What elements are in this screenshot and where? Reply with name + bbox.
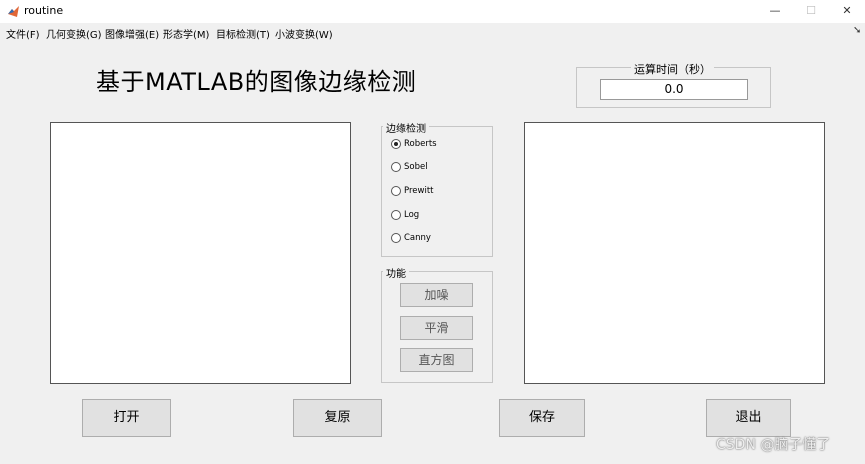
maximize-button[interactable]: ☐ [796,2,826,20]
open-button[interactable]: 打开 [82,399,171,437]
menu-geometric-transform[interactable]: 几何变换(G) [46,26,102,41]
radio-label: Log [404,210,420,220]
matlab-logo-icon [8,6,19,17]
radio-roberts[interactable]: Roberts [391,139,437,149]
menu-morphology[interactable]: 形态学(M) [163,26,209,41]
edge-detection-legend: 边缘检测 [383,120,429,135]
menu-image-enhance[interactable]: 图像增强(E) [105,26,159,41]
result-image-axes [524,122,825,384]
menu-object-detection[interactable]: 目标检测(T) [216,26,270,41]
add-noise-button[interactable]: 加噪 [400,283,473,307]
radio-selected-icon[interactable] [391,139,401,149]
radio-canny[interactable]: Canny [391,233,431,243]
original-image-axes [50,122,351,384]
exit-button[interactable]: 退出 [706,399,791,437]
radio-unselected-icon[interactable] [391,210,401,220]
title-bar: routine — ☐ ✕ [0,0,865,23]
radio-log[interactable]: Log [391,210,419,220]
radio-unselected-icon[interactable] [391,186,401,196]
radio-label: Canny [404,233,431,243]
radio-unselected-icon[interactable] [391,233,401,243]
window-title: routine [24,4,64,17]
radio-label: Prewitt [404,186,434,196]
save-button[interactable]: 保存 [499,399,585,437]
minimize-button[interactable]: — [760,2,790,20]
menu-file[interactable]: 文件(F) [6,26,40,41]
menu-wavelet-transform[interactable]: 小波变换(W) [275,26,333,41]
radio-label: Sobel [404,162,428,172]
menu-bar: 文件(F) 几何变换(G) 图像增强(E) 形态学(M) 目标检测(T) 小波变… [0,23,865,42]
radio-sobel[interactable]: Sobel [391,162,428,172]
histogram-button[interactable]: 直方图 [400,348,473,372]
watermark: CSDN @脑子懂了 [716,437,831,453]
radio-label: Roberts [404,139,437,149]
radio-unselected-icon[interactable] [391,162,401,172]
restore-button[interactable]: 复原 [293,399,382,437]
time-value-field: 0.0 [600,79,748,100]
smooth-button[interactable]: 平滑 [400,316,473,340]
page-title: 基于MATLAB的图像边缘检测 [96,68,417,96]
radio-prewitt[interactable]: Prewitt [391,186,434,196]
functions-legend: 功能 [383,265,409,280]
close-button[interactable]: ✕ [832,2,862,20]
arrow-icon[interactable]: ➘ [853,25,861,36]
timing-legend: 运算时间（秒） [631,61,714,77]
